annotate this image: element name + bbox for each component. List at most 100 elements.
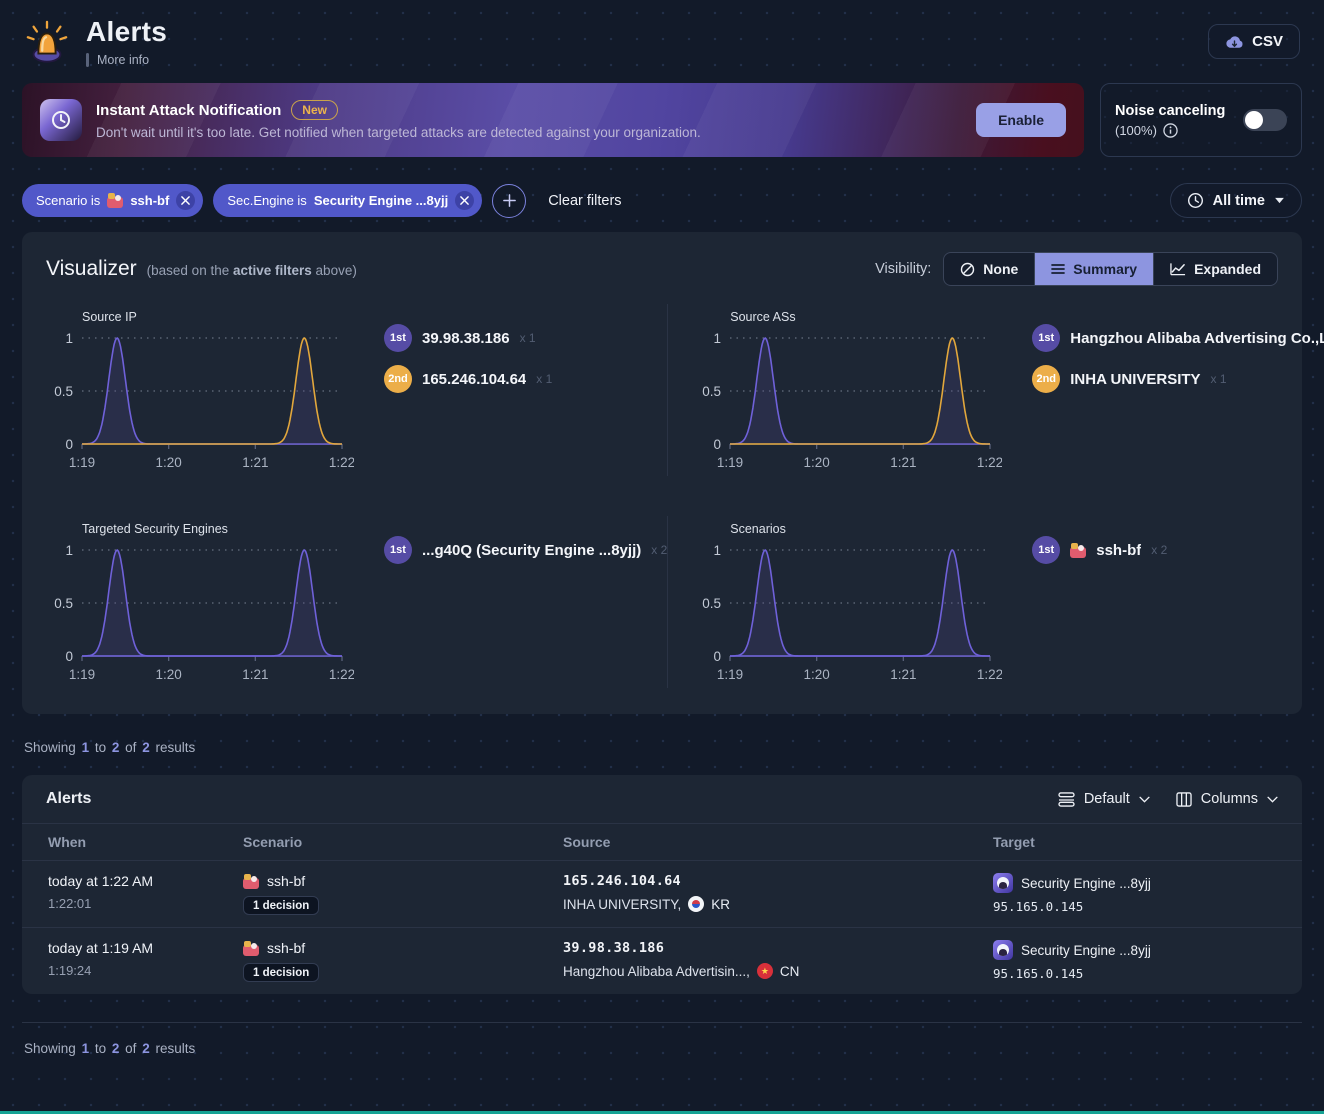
scenario-name: ssh-bf	[267, 940, 305, 956]
table-row[interactable]: today at 1:22 AM 1:22:01 ssh-bf 1 decisi…	[22, 861, 1302, 928]
visibility-summary-button[interactable]: Summary	[1035, 253, 1154, 285]
results-summary-bottom: Showing 1 to 2 of 2 results	[24, 1041, 1300, 1082]
scenario-emoji-icon	[243, 874, 259, 889]
filter-chip-scenario[interactable]: Scenario is ssh-bf	[22, 184, 203, 217]
noise-canceling-card: Noise canceling (100%)	[1100, 83, 1302, 157]
visibility-expanded-button[interactable]: Expanded	[1154, 253, 1277, 285]
density-dropdown[interactable]: Default	[1058, 791, 1150, 807]
rank-badge: 1st	[1032, 324, 1060, 352]
svg-text:1:21: 1:21	[242, 455, 268, 470]
scenario-emoji-icon	[243, 941, 259, 956]
when-secondary: 1:22:01	[48, 896, 243, 911]
svg-text:1:22: 1:22	[977, 455, 1002, 470]
rank-badge: 2nd	[384, 365, 412, 393]
when-primary: today at 1:19 AM	[48, 940, 243, 956]
legend-entry[interactable]: 1st 39.98.38.186 x 1	[384, 324, 667, 352]
column-header-scenario: Scenario	[243, 834, 563, 850]
caret-down-icon	[1274, 197, 1285, 204]
chart-targeted-engines: Targeted Security Engines 1 0.5 0 1:19 1:20 1…	[46, 516, 667, 688]
svg-text:1:19: 1:19	[69, 667, 95, 682]
svg-text:0: 0	[65, 649, 73, 664]
visibility-none-button[interactable]: None	[944, 253, 1035, 285]
svg-text:1:20: 1:20	[804, 455, 830, 470]
clear-filters-button[interactable]: Clear filters	[548, 193, 621, 209]
column-header-target: Target	[993, 834, 1276, 850]
remove-filter-icon[interactable]	[176, 191, 195, 210]
visualizer-panel: Visualizer (based on the active filters …	[22, 232, 1302, 714]
rank-badge: 2nd	[1032, 365, 1060, 393]
instant-attack-banner: Instant Attack Notification New Don't wa…	[22, 83, 1084, 157]
source-ip: 165.246.104.64	[563, 873, 681, 889]
source-org: Hangzhou Alibaba Advertisin...,	[563, 964, 750, 979]
chart-title: Scenarios	[730, 522, 1002, 536]
svg-text:1:20: 1:20	[156, 455, 182, 470]
visualizer-title: Visualizer	[46, 257, 137, 281]
svg-text:1:19: 1:19	[69, 455, 95, 470]
filter-chip-sec-engine[interactable]: Sec.Engine is Security Engine ...8yjj	[213, 184, 482, 217]
noise-canceling-title: Noise canceling	[1115, 103, 1225, 119]
chart-title: Source IP	[82, 310, 354, 324]
chart-title: Source ASs	[730, 310, 1002, 324]
scenario-emoji-icon	[107, 193, 123, 208]
target-name: Security Engine ...8yjj	[1021, 943, 1151, 958]
target-name: Security Engine ...8yjj	[1021, 876, 1151, 891]
page-title: Alerts	[86, 16, 167, 48]
target-ip: 95.165.0.145	[993, 899, 1276, 914]
security-engine-icon	[993, 940, 1013, 960]
plus-icon	[502, 193, 517, 208]
svg-text:0.5: 0.5	[54, 596, 73, 611]
svg-text:1:19: 1:19	[717, 455, 743, 470]
add-filter-button[interactable]	[492, 184, 526, 218]
area-chart: 10.501:191:201:211:22	[46, 538, 354, 688]
flag-cn-icon: ★	[757, 963, 773, 979]
scenario-name: ssh-bf	[267, 873, 305, 889]
legend-entry[interactable]: 1st ssh-bf x 2	[1032, 536, 1324, 564]
svg-text:0.5: 0.5	[702, 596, 721, 611]
columns-dropdown[interactable]: Columns	[1176, 791, 1278, 807]
rank-badge: 1st	[1032, 536, 1060, 564]
alerts-table-panel: Alerts Default	[22, 775, 1302, 994]
scenario-emoji-icon	[1070, 543, 1086, 558]
chevron-down-icon	[1139, 796, 1150, 803]
column-header-source: Source	[563, 834, 993, 850]
legend-entry[interactable]: 1st Hangzhou Alibaba Advertising Co.,Ltd…	[1032, 324, 1324, 352]
legend-entry[interactable]: 2nd 165.246.104.64 x 1	[384, 365, 667, 393]
visibility-segmented-control: None Summary	[943, 252, 1278, 286]
svg-text:1:22: 1:22	[977, 667, 1002, 682]
svg-text:1:21: 1:21	[242, 667, 268, 682]
area-chart: 10.501:191:201:211:22	[694, 326, 1002, 476]
chart-source-ip: Source IP 10.501:191:201:211:22 1st 39.9…	[46, 304, 667, 476]
column-header-when: When	[48, 834, 243, 850]
svg-text:0.5: 0.5	[54, 384, 73, 399]
enable-button[interactable]: Enable	[976, 103, 1066, 137]
more-info-link[interactable]: More info	[86, 53, 167, 67]
csv-export-button[interactable]: CSV	[1208, 24, 1300, 59]
chevron-down-icon	[1267, 796, 1278, 803]
legend-entry[interactable]: 1st ...g40Q (Security Engine ...8yjj) x …	[384, 536, 667, 564]
time-range-dropdown[interactable]: All time	[1170, 183, 1302, 218]
area-chart: 10.501:191:201:211:22	[694, 538, 1002, 688]
area-chart: 10.501:191:201:211:22	[46, 326, 354, 476]
density-icon	[1058, 792, 1075, 807]
none-icon	[960, 262, 975, 277]
toggle-knob	[1245, 111, 1263, 129]
svg-text:1: 1	[65, 331, 73, 346]
alerts-table-title: Alerts	[46, 790, 91, 808]
line-chart-icon	[1170, 262, 1186, 276]
svg-text:1: 1	[65, 543, 73, 558]
chart-title: Targeted Security Engines	[82, 522, 354, 536]
info-icon[interactable]	[1163, 123, 1178, 138]
noise-canceling-toggle[interactable]	[1243, 109, 1287, 131]
remove-filter-icon[interactable]	[455, 191, 474, 210]
clock-icon	[1187, 192, 1204, 209]
svg-text:1:19: 1:19	[717, 667, 743, 682]
svg-text:1:20: 1:20	[156, 667, 182, 682]
banner-title: Instant Attack Notification	[96, 102, 281, 119]
legend-entry[interactable]: 2nd INHA UNIVERSITY x 1	[1032, 365, 1324, 393]
source-ip: 39.98.38.186	[563, 940, 664, 956]
svg-text:1:22: 1:22	[329, 455, 354, 470]
decision-badge: 1 decision	[243, 896, 319, 915]
source-country: KR	[711, 897, 730, 912]
svg-text:1: 1	[714, 331, 722, 346]
table-row[interactable]: today at 1:19 AM 1:19:24 ssh-bf 1 decisi…	[22, 928, 1302, 994]
